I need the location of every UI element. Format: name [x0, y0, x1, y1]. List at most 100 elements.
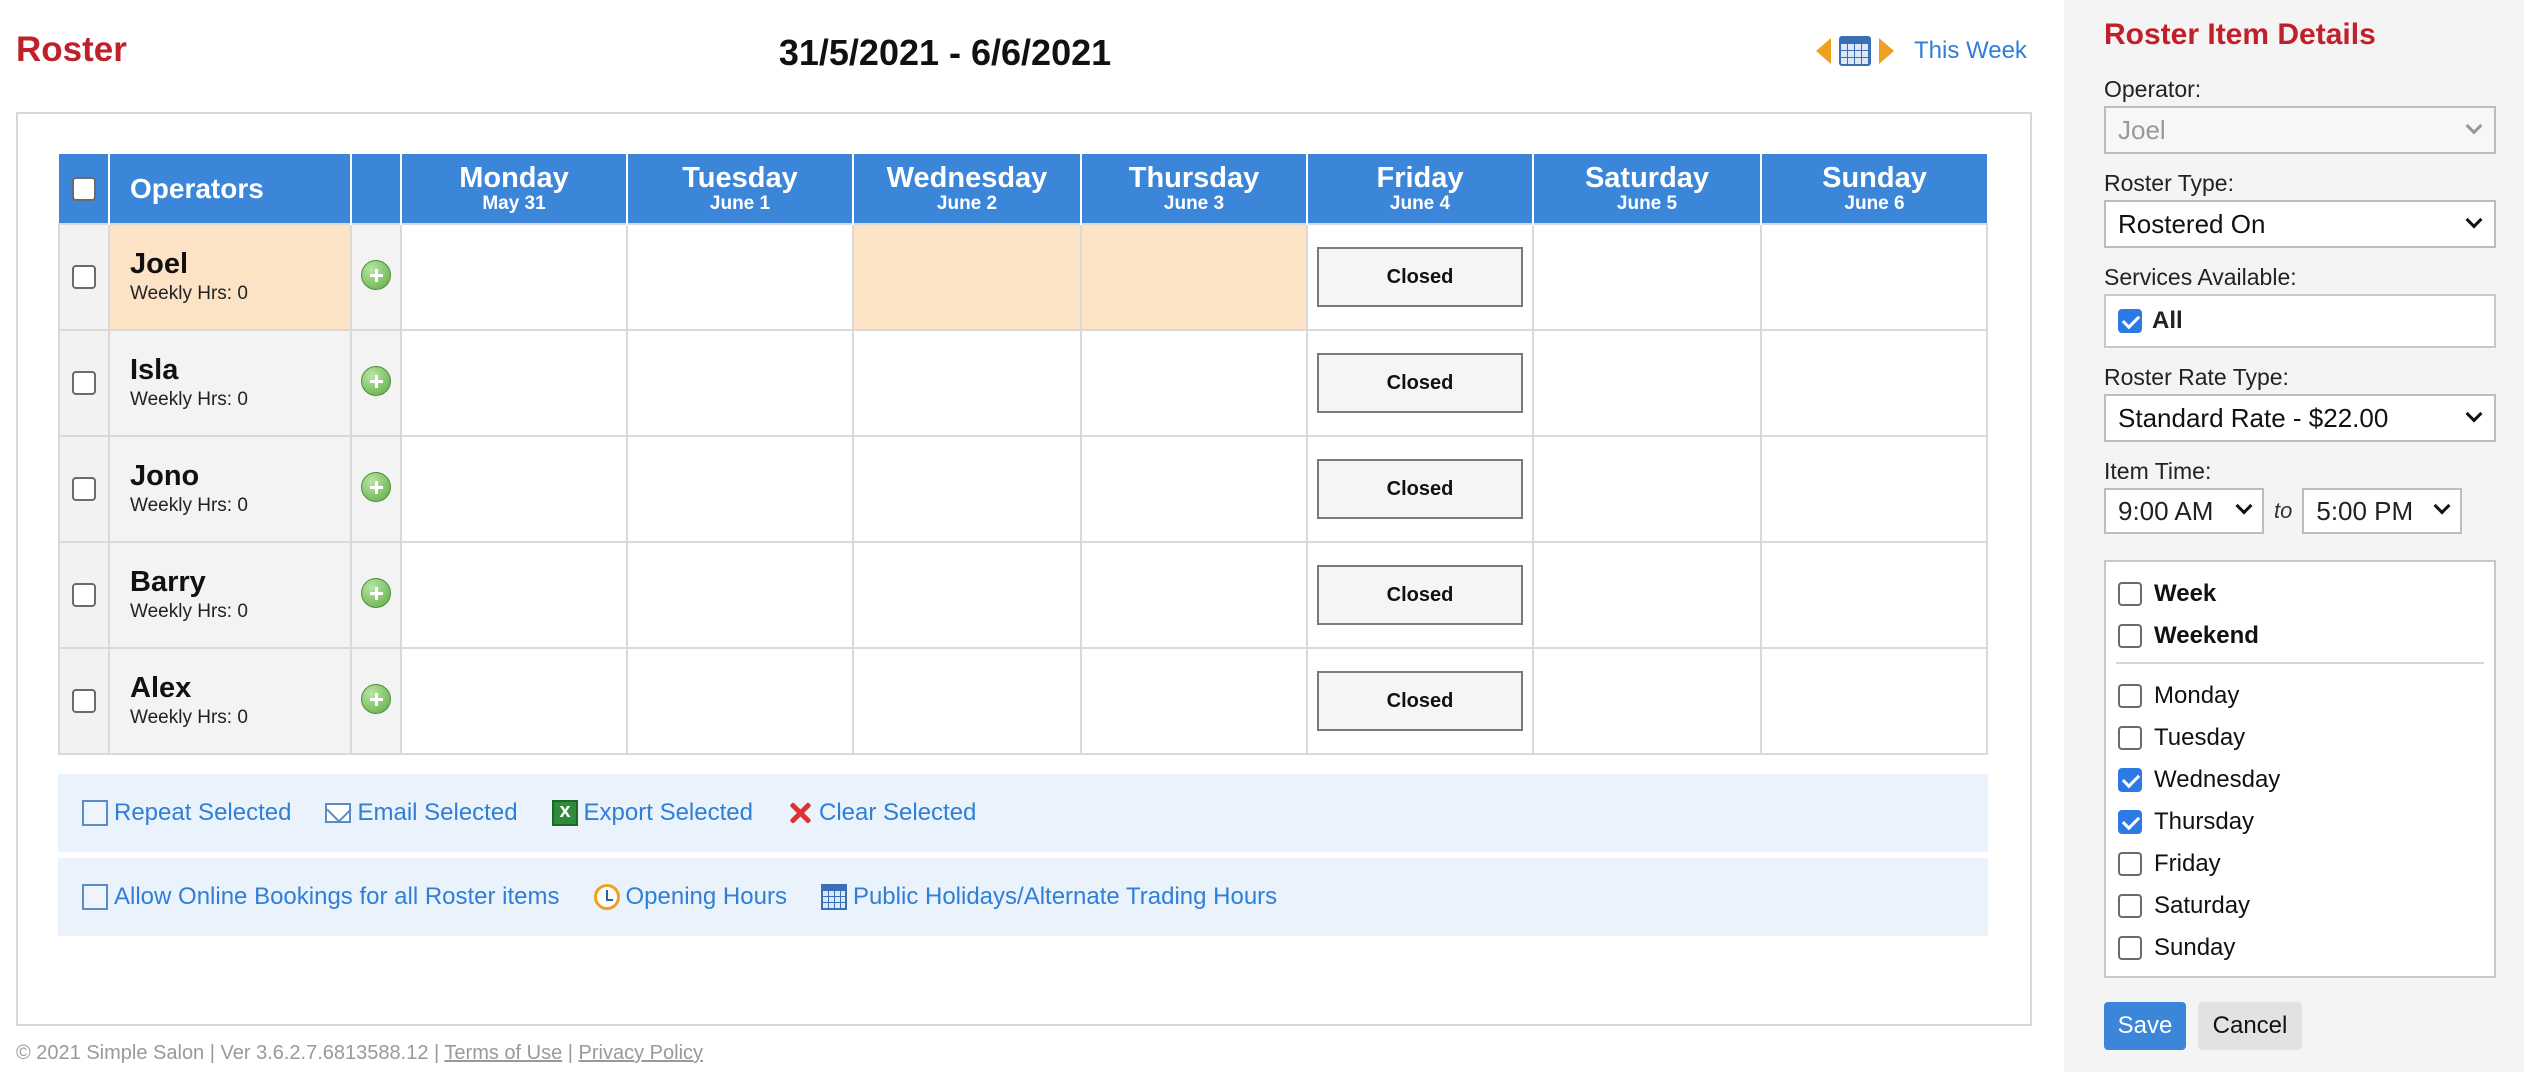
prev-week-arrow-icon[interactable]	[1816, 38, 1831, 64]
select-all-checkbox[interactable]	[71, 176, 96, 201]
table-row: Isla Weekly Hrs: 0 Closed	[58, 329, 1988, 437]
closed-button[interactable]: Closed	[1317, 671, 1523, 731]
next-week-arrow-icon[interactable]	[1879, 38, 1894, 64]
table-row: Jono Weekly Hrs: 0 Closed	[58, 435, 1988, 543]
day-checkbox[interactable]	[2118, 726, 2142, 750]
day-checkbox[interactable]	[2118, 684, 2142, 708]
day-option-wednesday[interactable]: Wednesday	[2118, 766, 2280, 794]
roster-cell[interactable]	[852, 541, 1082, 649]
roster-cell[interactable]	[1080, 435, 1308, 543]
roster-cell[interactable]	[1760, 223, 1988, 331]
day-option-friday[interactable]: Friday	[2118, 850, 2221, 878]
day-checkbox[interactable]	[2118, 810, 2142, 834]
roster-cell[interactable]	[1760, 647, 1988, 755]
roster-cell[interactable]	[400, 329, 628, 437]
day-option-thursday[interactable]: Thursday	[2118, 808, 2254, 836]
cancel-button[interactable]: Cancel	[2198, 1002, 2302, 1050]
day-checkbox[interactable]	[2118, 894, 2142, 918]
email-selected-link[interactable]: Email Selected	[325, 799, 518, 827]
roster-cell[interactable]	[1532, 223, 1762, 331]
save-button[interactable]: Save	[2104, 1002, 2186, 1050]
envelope-icon	[325, 803, 352, 823]
services-all-checkbox[interactable]	[2118, 309, 2142, 333]
day-option-saturday[interactable]: Saturday	[2118, 892, 2250, 920]
roster-cell[interactable]	[400, 435, 628, 543]
roster-cell[interactable]	[626, 223, 854, 331]
roster-cell[interactable]	[400, 223, 628, 331]
clear-selected-link[interactable]: Clear Selected	[787, 799, 976, 827]
add-roster-item-icon[interactable]	[361, 259, 391, 290]
opening-hours-link[interactable]: Opening Hours	[593, 883, 787, 911]
day-checkbox[interactable]	[2118, 852, 2142, 876]
add-roster-item-icon[interactable]	[361, 471, 391, 502]
roster-cell[interactable]	[852, 329, 1082, 437]
select-all-cell	[59, 154, 110, 224]
time-to-select[interactable]: 5:00 PM	[2302, 488, 2463, 534]
roster-cell[interactable]	[1532, 647, 1762, 755]
rate-type-select[interactable]: Standard Rate - $22.00	[2104, 394, 2496, 442]
row-checkbox[interactable]	[72, 371, 96, 395]
repeat-selected-link[interactable]: Repeat Selected	[77, 795, 291, 827]
public-holidays-link[interactable]: Public Holidays/Alternate Trading Hours	[820, 883, 1277, 911]
roster-cell[interactable]	[626, 435, 854, 543]
roster-cell[interactable]	[1080, 647, 1308, 755]
roster-cell[interactable]	[1760, 435, 1988, 543]
closed-button[interactable]: Closed	[1317, 459, 1523, 519]
row-checkbox[interactable]	[72, 265, 96, 289]
table-row: Alex Weekly Hrs: 0 Closed	[58, 647, 1988, 755]
roster-cell[interactable]	[1760, 541, 1988, 649]
allow-online-bookings-link[interactable]: Allow Online Bookings for all Roster ite…	[77, 879, 560, 911]
roster-cell[interactable]	[626, 647, 854, 755]
roster-cell[interactable]	[626, 329, 854, 437]
roster-cell[interactable]	[400, 647, 628, 755]
operator-cell[interactable]: Barry Weekly Hrs: 0	[108, 541, 352, 649]
roster-cell[interactable]	[1080, 329, 1308, 437]
roster-cell[interactable]	[1760, 329, 1988, 437]
roster-cell[interactable]	[1532, 435, 1762, 543]
item-time-label: Item Time:	[2104, 458, 2212, 484]
add-roster-item-icon[interactable]	[361, 683, 391, 714]
privacy-policy-link[interactable]: Privacy Policy	[579, 1042, 703, 1064]
operator-name: Barry	[130, 566, 206, 598]
calendar-icon[interactable]	[1839, 36, 1871, 66]
row-checkbox[interactable]	[72, 583, 96, 607]
add-roster-item-icon[interactable]	[361, 365, 391, 396]
roster-cell[interactable]	[1080, 223, 1308, 331]
day-option-monday[interactable]: Monday	[2118, 682, 2239, 710]
row-checkbox[interactable]	[72, 689, 96, 713]
day-option-sunday[interactable]: Sunday	[2118, 934, 2235, 962]
closed-button[interactable]: Closed	[1317, 247, 1523, 307]
roster-cell[interactable]	[1532, 329, 1762, 437]
week-checkbox[interactable]	[2118, 582, 2142, 606]
roster-cell[interactable]	[852, 435, 1082, 543]
operator-cell[interactable]: Alex Weekly Hrs: 0	[108, 647, 352, 755]
week-option[interactable]: Week	[2118, 580, 2216, 608]
roster-cell[interactable]	[1532, 541, 1762, 649]
roster-cell[interactable]	[1080, 541, 1308, 649]
roster-cell[interactable]	[852, 223, 1082, 331]
closed-button[interactable]: Closed	[1317, 353, 1523, 413]
closed-button[interactable]: Closed	[1317, 565, 1523, 625]
clock-icon	[593, 884, 620, 910]
operator-cell[interactable]: Isla Weekly Hrs: 0	[108, 329, 352, 437]
day-header-wednesday: Wednesday June 2	[853, 154, 1082, 224]
terms-of-use-link[interactable]: Terms of Use	[444, 1042, 562, 1064]
roster-cell[interactable]	[852, 647, 1082, 755]
weekend-checkbox[interactable]	[2118, 624, 2142, 648]
row-checkbox[interactable]	[72, 477, 96, 501]
weekly-hours: Weekly Hrs: 0	[130, 601, 248, 622]
roster-cell[interactable]	[626, 541, 854, 649]
weekend-option[interactable]: Weekend	[2118, 622, 2259, 650]
time-from-select[interactable]: 9:00 AM	[2104, 488, 2264, 534]
roster-type-select[interactable]: Rostered On	[2104, 200, 2496, 248]
roster-cell[interactable]	[400, 541, 628, 649]
operator-cell[interactable]: Joel Weekly Hrs: 0	[108, 223, 352, 331]
operator-cell[interactable]: Jono Weekly Hrs: 0	[108, 435, 352, 543]
export-selected-link[interactable]: Export Selected	[551, 799, 753, 827]
add-roster-item-icon[interactable]	[361, 577, 391, 608]
day-checkbox[interactable]	[2118, 936, 2142, 960]
day-checkbox[interactable]	[2118, 768, 2142, 792]
day-option-tuesday[interactable]: Tuesday	[2118, 724, 2245, 752]
roster-panel: Operators Monday May 31 Tuesday June 1 Wed…	[16, 112, 2032, 1026]
this-week-link[interactable]: This Week	[1914, 37, 2027, 65]
